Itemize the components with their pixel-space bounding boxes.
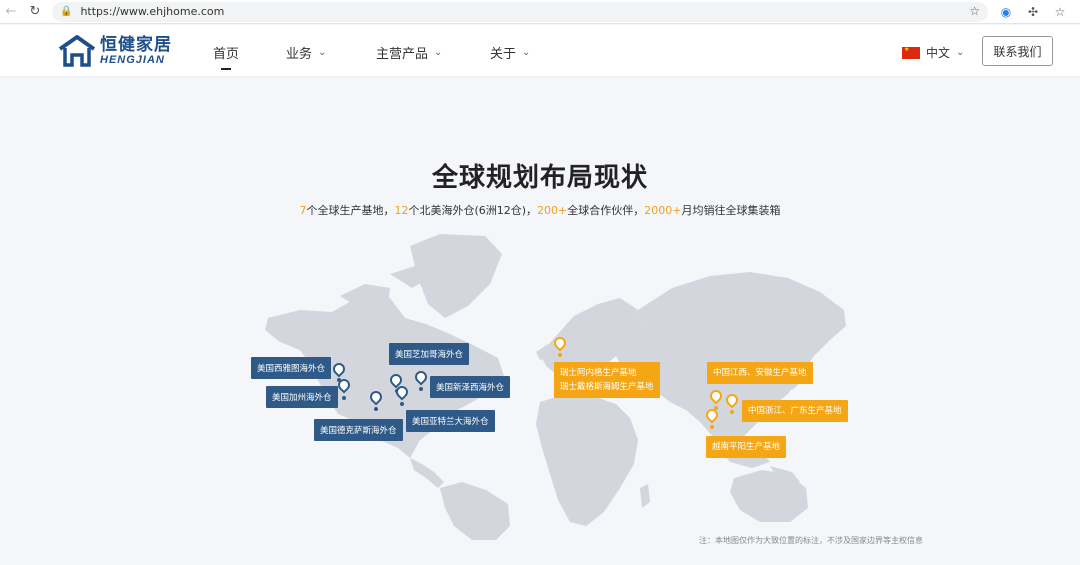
stat-containers-count: 2000+ [644, 204, 682, 217]
location-dot [400, 402, 404, 406]
location-dot [419, 387, 423, 391]
label-swiss-line1: 瑞士阿内格生产基地 [560, 368, 637, 378]
nav-products-label: 主营产品 [376, 47, 429, 62]
extensions-puzzle-icon[interactable]: ✣ [1024, 3, 1042, 21]
site-header: 恒健家居 HENGJIAN 首页 业务 ⌄ 主营产品 ⌄ 关于 ⌄ 中文 ⌄ 联… [0, 25, 1080, 76]
label-california-warehouse[interactable]: 美国加州海外仓 [266, 386, 338, 408]
label-vietnam-base[interactable]: 越南平阳生产基地 [706, 436, 787, 458]
china-flag-icon [902, 46, 920, 59]
location-dot [558, 353, 562, 357]
nav-products[interactable]: 主营产品 ⌄ [376, 43, 442, 62]
chevron-down-icon: ⌄ [434, 47, 443, 58]
extension-icon[interactable]: ◉ [997, 3, 1015, 21]
stat-partners-count: 200+ [537, 204, 568, 217]
logo-chinese-name: 恒健家居 [100, 35, 172, 54]
label-swiss-line2: 瑞士戴格斯海姆生产基地 [560, 382, 654, 392]
url-text: https://www.ehjhome.com [80, 5, 225, 18]
stat-warehouses-text: 个北美海外仓(6洲12仓)， [408, 204, 538, 217]
chevron-down-icon: ⌄ [522, 47, 531, 58]
logo[interactable]: 恒健家居 HENGJIAN [58, 35, 172, 67]
language-label: 中文 [926, 46, 951, 60]
location-dot [342, 396, 346, 400]
chevron-down-icon: ⌄ [956, 47, 965, 58]
location-dot [730, 410, 734, 414]
back-icon[interactable]: ← [2, 3, 20, 21]
house-logo-icon [58, 35, 96, 67]
label-seattle-warehouse[interactable]: 美国西雅图海外仓 [251, 357, 332, 379]
stat-bases-text: 个全球生产基地， [306, 204, 395, 217]
map-disclaimer: 注：本地图仅作为大致位置的标注，不涉及国家边界等主权信息 [699, 536, 923, 545]
address-bar[interactable]: 🔒 https://www.ehjhome.com ☆ [52, 1, 988, 22]
favorites-icon[interactable]: ☆ [1051, 3, 1069, 21]
label-chicago-warehouse[interactable]: 美国芝加哥海外仓 [389, 343, 470, 365]
language-selector[interactable]: 中文 ⌄ [902, 44, 964, 61]
location-dot [710, 425, 714, 429]
label-zhejiang-base[interactable]: 中国浙江、广东生产基地 [742, 400, 848, 422]
page-subtitle: 7个全球生产基地，12个北美海外仓(6洲12仓)，200+全球合作伙伴，2000… [0, 202, 1080, 218]
nav-about-label: 关于 [490, 47, 517, 62]
label-swiss-bases[interactable]: 瑞士阿内格生产基地 瑞士戴格斯海姆生产基地 [554, 362, 660, 398]
browser-toolbar: ← ↻ 🔒 https://www.ehjhome.com ☆ ◉ ✣ ☆ [0, 0, 1080, 24]
nav-about[interactable]: 关于 ⌄ [490, 43, 530, 62]
stat-partners-text: 全球合作伙伴， [567, 204, 645, 217]
contact-us-button[interactable]: 联系我们 [982, 36, 1053, 66]
stat-warehouses-count: 12 [394, 204, 409, 217]
bookmark-star-icon[interactable]: ☆ [969, 4, 980, 18]
chevron-down-icon: ⌄ [318, 47, 327, 58]
label-newjersey-warehouse[interactable]: 美国新泽西海外仓 [430, 376, 511, 398]
stat-containers-text: 月均销往全球集装箱 [681, 204, 781, 217]
site-info-icon[interactable]: 🔒 [60, 6, 72, 17]
location-dot [374, 407, 378, 411]
label-texas-warehouse[interactable]: 美国德克萨斯海外仓 [314, 419, 403, 441]
nav-business[interactable]: 业务 ⌄ [286, 43, 326, 62]
logo-english-name: HENGJIAN [100, 54, 165, 66]
label-atlanta-warehouse[interactable]: 美国亚特兰大海外仓 [406, 410, 495, 432]
nav-home-label: 首页 [213, 47, 240, 62]
label-jiangxi-base[interactable]: 中国江西、安徽生产基地 [707, 362, 813, 384]
reload-icon[interactable]: ↻ [26, 3, 44, 21]
nav-business-label: 业务 [286, 47, 313, 62]
page-title: 全球规划布局现状 [431, 163, 648, 193]
nav-home[interactable]: 首页 [213, 43, 240, 70]
